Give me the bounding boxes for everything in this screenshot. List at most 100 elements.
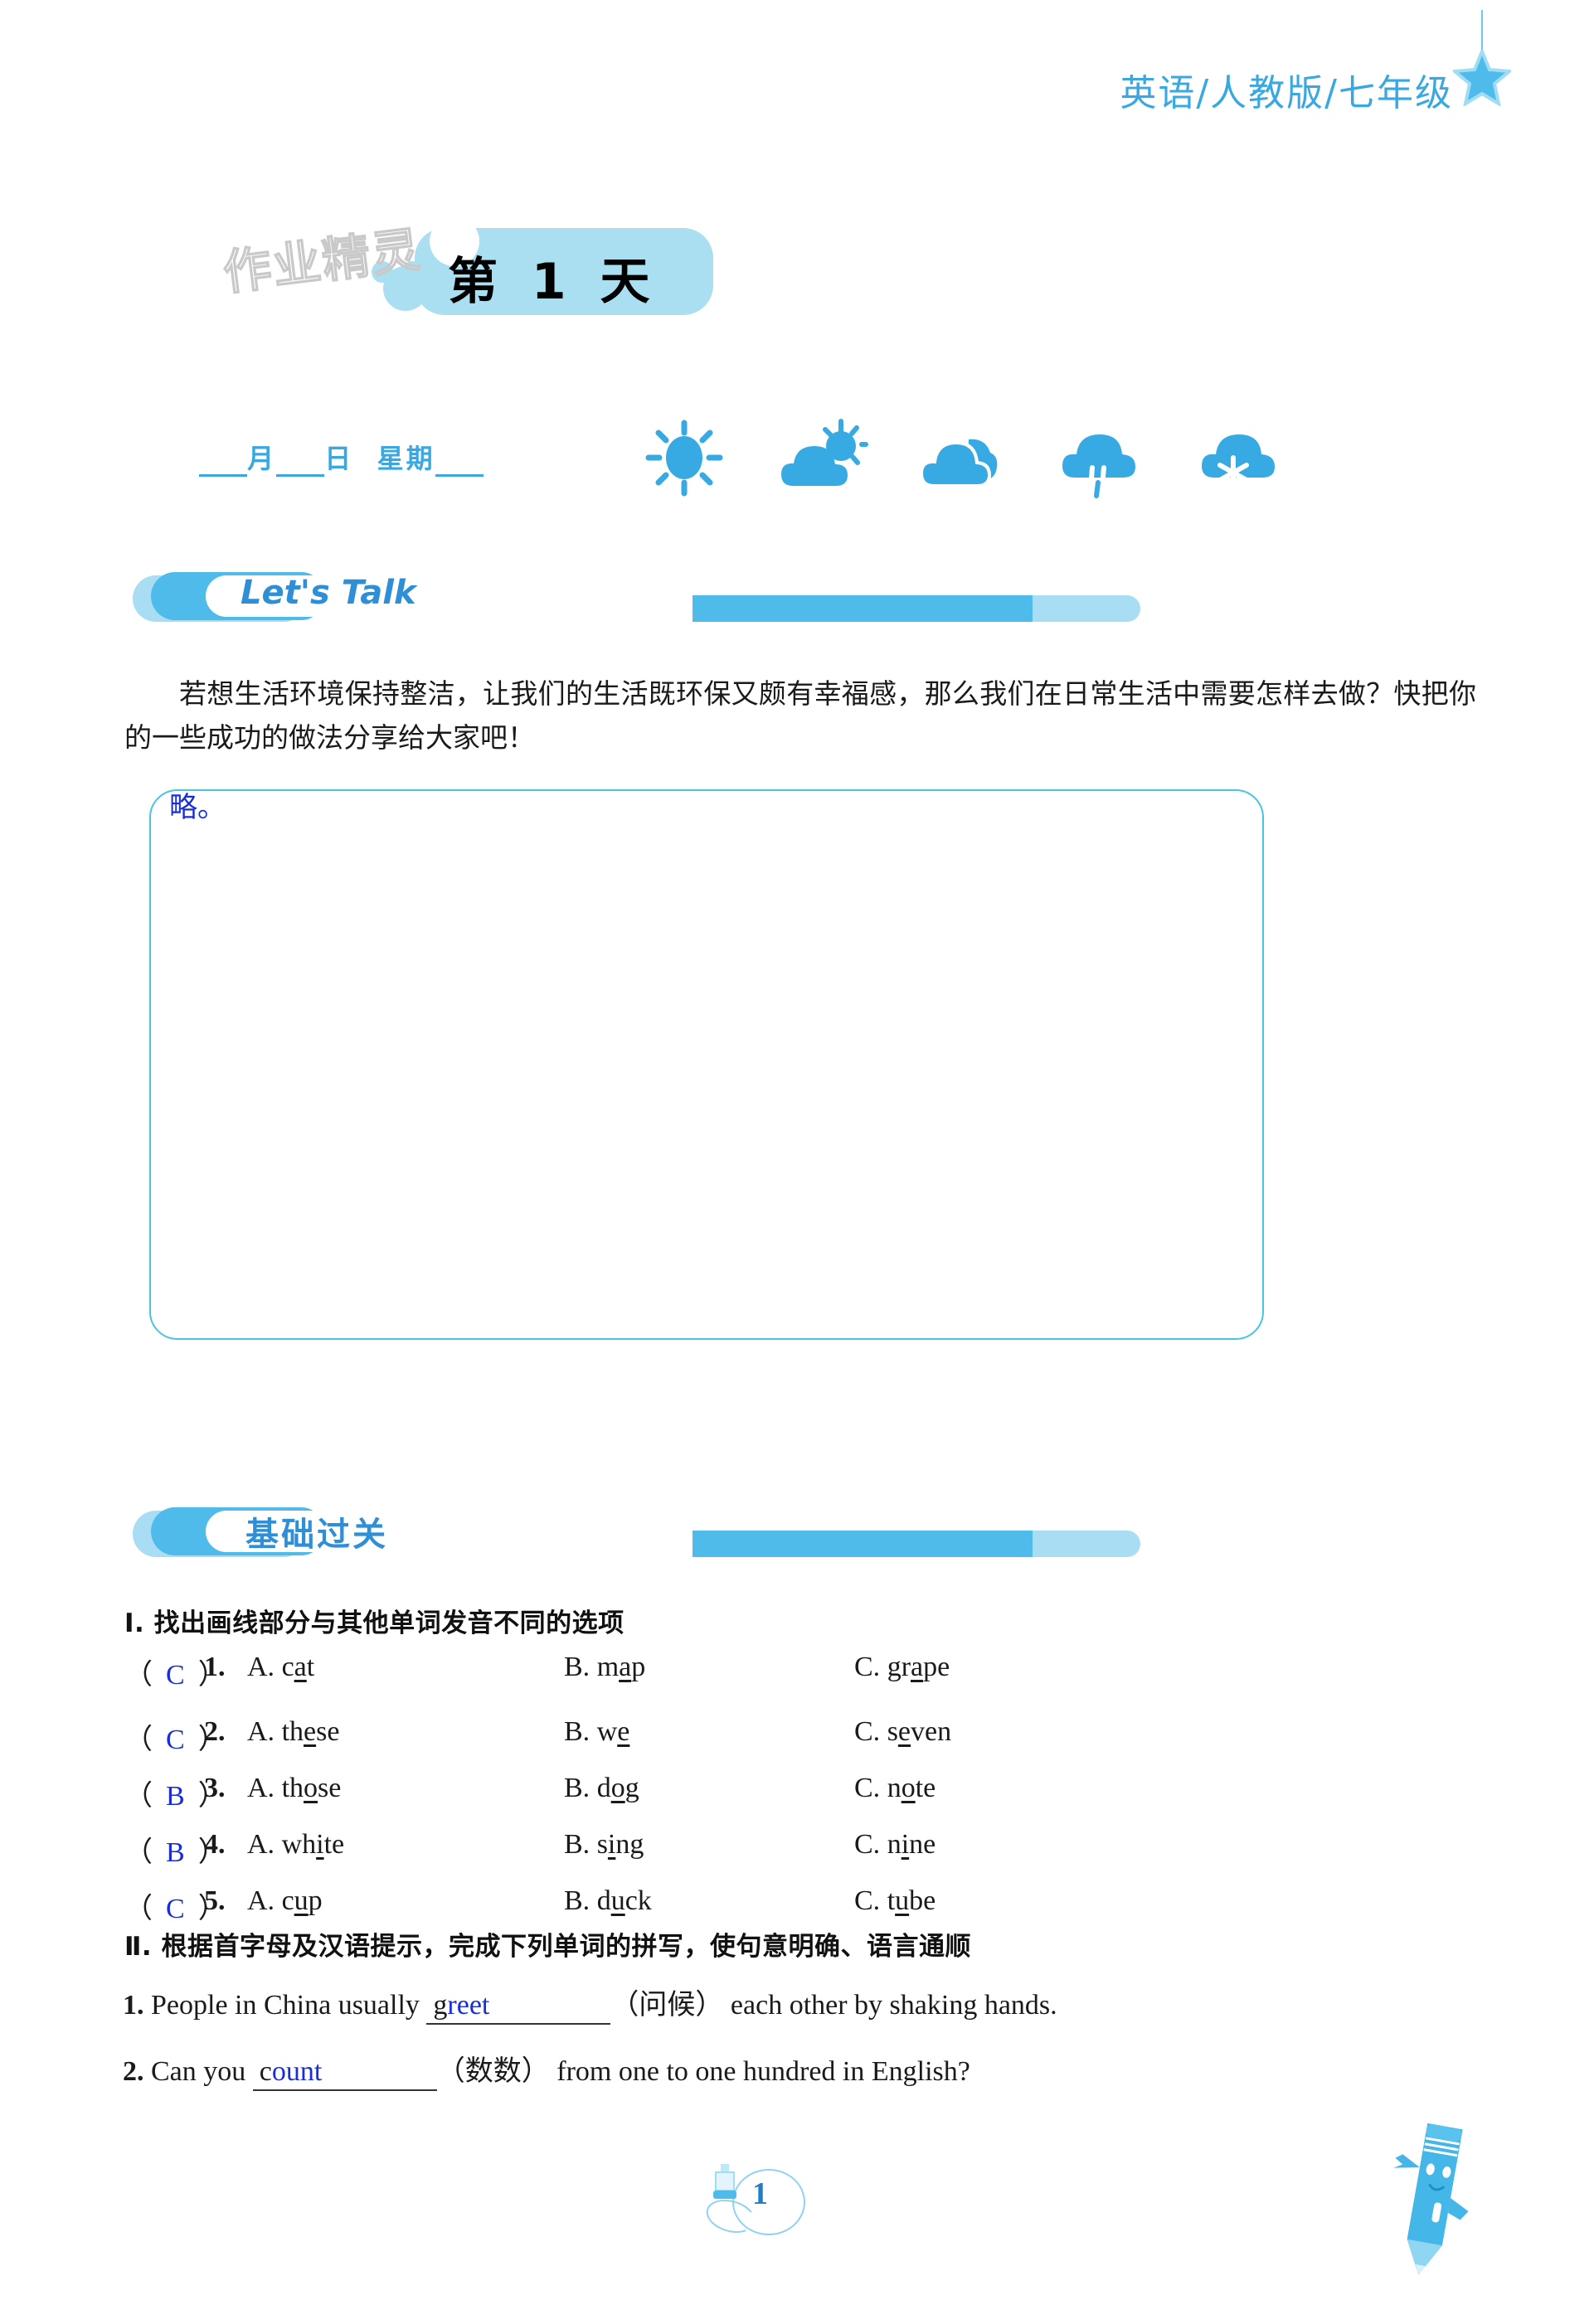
- option-post: ven: [911, 1716, 952, 1747]
- option-b[interactable]: B. we: [564, 1716, 629, 1748]
- partly-cloudy-icon: [781, 419, 868, 486]
- page-header-title: 英语/人教版/七年级: [1120, 72, 1453, 114]
- date-entry-line[interactable]: 月 日 星期: [199, 438, 484, 477]
- option-letter: B.: [564, 1885, 590, 1916]
- option-underlined: o: [304, 1773, 318, 1803]
- option-underlined: e: [304, 1716, 317, 1747]
- option-letter: C.: [854, 1652, 881, 1682]
- section-label-lets-talk: Let's Talk: [241, 574, 416, 612]
- answer-letter: C: [166, 1660, 185, 1691]
- option-pre: s: [596, 1829, 608, 1860]
- option-underlined: u: [610, 1885, 625, 1916]
- section-header-lets-talk: Let's Talk: [133, 572, 1140, 623]
- question-number: 5.: [204, 1885, 226, 1916]
- option-pre: c: [281, 1885, 294, 1916]
- option-underlined: u: [895, 1885, 910, 1916]
- lets-talk-answer-text: 略。: [169, 791, 226, 824]
- option-underlined: e: [897, 1716, 911, 1747]
- option-c[interactable]: C. note: [854, 1773, 936, 1804]
- option-letter: B.: [564, 1773, 590, 1803]
- option-underlined: o: [610, 1773, 625, 1803]
- option-pre: gr: [887, 1652, 911, 1682]
- option-underlined: i: [316, 1829, 324, 1860]
- option-a[interactable]: A. white: [247, 1829, 344, 1861]
- option-pre: th: [281, 1773, 304, 1803]
- option-underlined: a: [911, 1652, 924, 1682]
- star-icon: [1453, 50, 1511, 106]
- option-b[interactable]: B. sing: [564, 1829, 644, 1861]
- given-letter: c: [259, 2056, 272, 2087]
- option-letter: C.: [854, 1885, 881, 1916]
- option-letter: B.: [564, 1716, 590, 1747]
- option-pre: th: [281, 1716, 304, 1747]
- sunny-icon: [645, 420, 723, 497]
- lets-talk-answer-box[interactable]: 略。: [149, 789, 1264, 1340]
- option-post: be: [909, 1885, 936, 1916]
- day-title-banner: 第 1 天: [365, 216, 713, 319]
- question-number: 3.: [204, 1773, 226, 1803]
- option-a[interactable]: A. those: [247, 1773, 341, 1804]
- option-b[interactable]: B. map: [564, 1652, 645, 1683]
- hint-text: （问候）: [610, 1990, 724, 2021]
- option-c[interactable]: C. grape: [854, 1652, 950, 1683]
- option-pre: n: [887, 1773, 901, 1803]
- pencil-mascot-icon: [1393, 2123, 1469, 2275]
- filled-answer: ount: [271, 2056, 323, 2087]
- mc-question-row[interactable]: （C） 1. A. cat B. map C. grape: [124, 1652, 1285, 1695]
- option-c[interactable]: C. nine: [854, 1829, 936, 1861]
- part2-heading: Ⅱ. 根据首字母及汉语提示，完成下列单词的拼写，使句意明确、语言通顺: [124, 1932, 971, 1962]
- weekday-label: 星期: [377, 443, 435, 474]
- question-number: 2.: [204, 1716, 226, 1747]
- banner-bar-mid: [693, 1531, 1041, 1557]
- month-blank[interactable]: [199, 443, 248, 477]
- option-pre: n: [887, 1829, 901, 1860]
- option-pre: wh: [281, 1829, 317, 1860]
- fill-blank-row[interactable]: 2. Can you count （数数） from one to one hun…: [123, 2048, 1325, 2091]
- option-post: ne: [909, 1829, 936, 1860]
- page-number: 1: [752, 2176, 768, 2211]
- option-letter: B.: [564, 1652, 590, 1682]
- option-b[interactable]: B. dog: [564, 1773, 639, 1804]
- cloudy-icon: [919, 439, 998, 488]
- option-pre: w: [596, 1716, 618, 1747]
- weekday-blank[interactable]: [435, 443, 484, 477]
- mc-question-row[interactable]: （B） 3. A. those B. dog C. note: [124, 1773, 1285, 1816]
- answer-letter: C: [166, 1894, 185, 1924]
- option-post: ng: [615, 1829, 644, 1860]
- option-a[interactable]: A. these: [247, 1716, 339, 1748]
- option-underlined: a: [294, 1652, 307, 1682]
- option-underlined: i: [607, 1829, 616, 1860]
- option-pre: d: [596, 1773, 611, 1803]
- date-weather-row: 月 日 星期: [199, 419, 1402, 506]
- ink-bottle-icon: [713, 2164, 736, 2199]
- option-a[interactable]: A. cat: [247, 1652, 314, 1683]
- weather-icon-row: [639, 416, 1287, 499]
- option-underlined: i: [901, 1829, 910, 1860]
- option-a[interactable]: A. cup: [247, 1885, 323, 1917]
- month-label: 月: [247, 443, 277, 474]
- sentence-after: from one to one hundred in English?: [556, 2056, 970, 2087]
- section-header-basics: 基础过关: [133, 1507, 1140, 1559]
- answer-blank[interactable]: count: [252, 2056, 437, 2091]
- snowy-icon: [1202, 434, 1275, 490]
- fill-blank-row[interactable]: 1. People in China usually greet （问候） eac…: [123, 1982, 1325, 2025]
- option-c[interactable]: C. tube: [854, 1885, 936, 1917]
- answer-letter: B: [166, 1837, 185, 1868]
- mc-question-row[interactable]: （C） 2. A. these B. we C. seven: [124, 1716, 1285, 1759]
- answer-blank[interactable]: greet: [426, 1990, 611, 2025]
- mc-question-row[interactable]: （C） 5. A. cup B. duck C. tube: [124, 1885, 1285, 1929]
- day-blank[interactable]: [276, 443, 325, 477]
- option-b[interactable]: B. duck: [564, 1885, 652, 1917]
- banner-bar-mid: [693, 595, 1041, 622]
- option-letter: B.: [564, 1829, 590, 1860]
- mc-question-row[interactable]: （B） 4. A. white B. sing C. nine: [124, 1829, 1285, 1872]
- sentence-before: Can you: [151, 2056, 246, 2087]
- option-c[interactable]: C. seven: [854, 1716, 951, 1748]
- option-letter: A.: [247, 1829, 275, 1860]
- option-post: p: [631, 1652, 646, 1682]
- part1-heading: Ⅰ. 找出画线部分与其他单词发音不同的选项: [124, 1608, 624, 1638]
- option-pre: d: [596, 1885, 611, 1916]
- question-number: 4.: [204, 1829, 226, 1860]
- page-header: 英语/人教版/七年级: [0, 0, 1594, 149]
- option-letter: A.: [247, 1652, 275, 1682]
